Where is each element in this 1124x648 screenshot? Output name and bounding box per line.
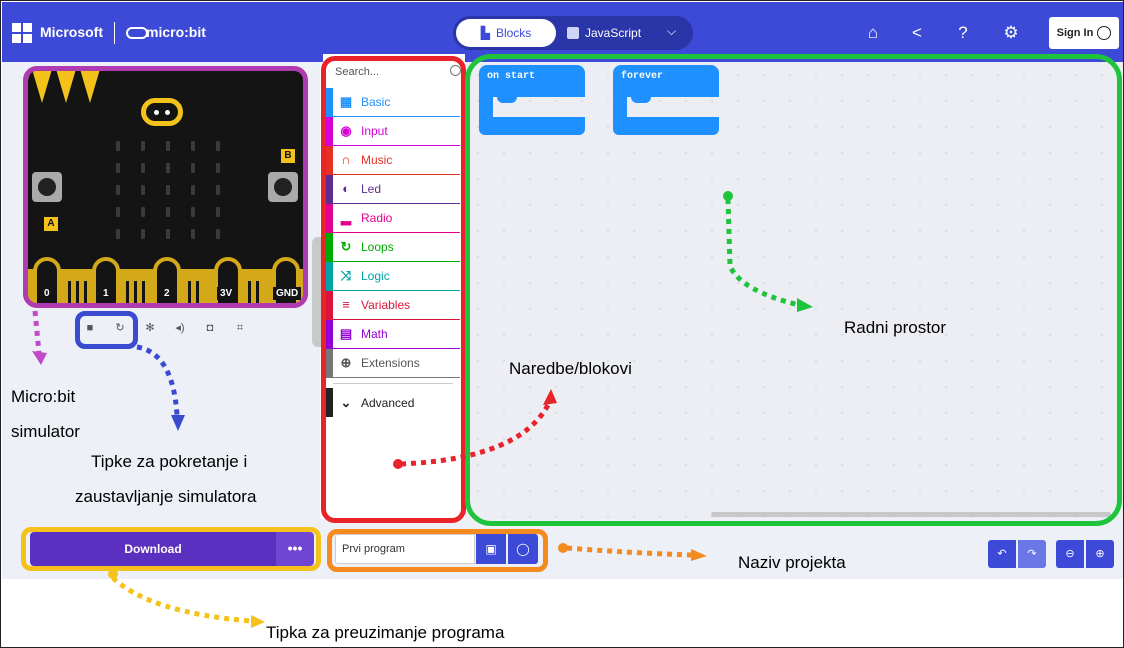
sign-in-button[interactable]: Sign In (1049, 17, 1119, 49)
project-highlight-frame (327, 529, 548, 572)
header-divider (114, 22, 115, 44)
javascript-icon (567, 27, 579, 39)
microsoft-text: Microsoft (40, 24, 103, 40)
microsoft-logo-icon (12, 23, 32, 43)
javascript-tab-label: JavaScript (585, 26, 642, 40)
top-header: Microsoft micro:bit ▙ Blocks JavaScript … (2, 2, 1123, 62)
controls-highlight-frame (75, 311, 138, 349)
blocks-tab-label: Blocks (495, 26, 532, 40)
microbit-logo-icon (126, 27, 148, 39)
fullscreen-icon[interactable]: ⌗ (232, 320, 248, 336)
controls-caption-line2: zaustavljanje simulatora (75, 487, 257, 506)
blocks-tab[interactable]: ▙ Blocks (456, 19, 556, 47)
controls-caption-line1: Tipke za pokretanje i (91, 452, 248, 471)
chevron-down-icon[interactable]: ⌵ (667, 24, 676, 39)
blocks-icon: ▙ (480, 26, 490, 40)
editor-mode-toggle: ▙ Blocks JavaScript ⌵ (453, 16, 693, 50)
simulator-highlight-frame (23, 66, 308, 308)
toolbox-highlight-frame (321, 56, 466, 523)
user-icon (1097, 26, 1112, 40)
brand-text: micro:bit (146, 24, 206, 40)
zoom-out-icon[interactable]: ⊖ (1056, 540, 1084, 568)
makecode-editor-screenshot: Microsoft micro:bit ▙ Blocks JavaScript … (0, 0, 1124, 648)
settings-icon[interactable]: ⚙ (999, 22, 1023, 44)
debug-icon[interactable]: ✻ (142, 320, 158, 336)
sign-in-label: Sign In (1056, 27, 1094, 39)
download-caption: Tipka za preuzimanje programa (266, 623, 505, 642)
home-icon[interactable]: ⌂ (861, 22, 885, 44)
help-icon[interactable]: ? (951, 22, 975, 44)
project-name-caption: Naziv projekta (738, 553, 846, 572)
blocks-caption: Naredbe/blokovi (509, 359, 632, 378)
redo-icon[interactable]: ↷ (1018, 540, 1046, 568)
zoom-in-icon[interactable]: ⊕ (1086, 540, 1114, 568)
screenshot-icon[interactable]: ◘ (202, 320, 218, 336)
undo-icon[interactable]: ↶ (988, 540, 1016, 568)
download-highlight-frame (21, 527, 321, 571)
share-icon[interactable]: < (905, 22, 929, 44)
javascript-tab[interactable]: JavaScript (567, 19, 663, 47)
workspace-caption: Radni prostor (844, 318, 947, 337)
mute-icon[interactable]: ◂) (172, 320, 188, 336)
workspace-highlight-frame (465, 54, 1122, 526)
simulator-caption-line1: Micro:bit (11, 387, 76, 406)
simulator-caption-line2: simulator (11, 422, 80, 441)
